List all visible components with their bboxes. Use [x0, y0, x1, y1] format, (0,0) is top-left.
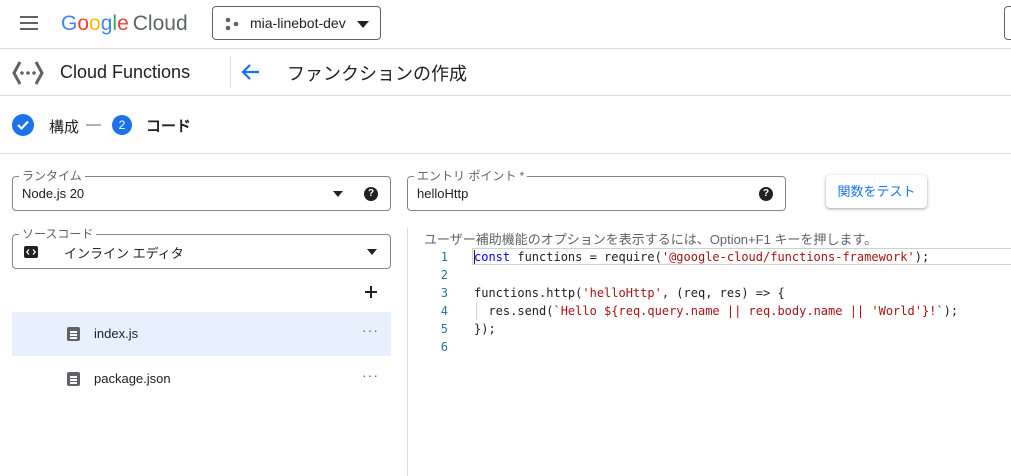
check-icon — [17, 120, 29, 131]
source-code-select[interactable]: ソースコード インライン エディタ — [12, 226, 391, 269]
help-icon[interactable]: ? — [759, 187, 773, 201]
code-line[interactable]: functions.http('helloHttp', (req, res) =… — [474, 284, 785, 302]
step1-complete-check[interactable] — [12, 114, 34, 136]
file-item-package-json[interactable]: package.json ··· — [12, 357, 391, 401]
step2-number: 2 — [112, 115, 132, 135]
product-title[interactable]: Cloud Functions — [60, 62, 190, 83]
entry-point-label: エントリ ポイント * — [414, 168, 528, 184]
code-icon — [24, 246, 38, 258]
code-line[interactable]: const functions = require('@google-cloud… — [474, 248, 929, 266]
test-function-button[interactable]: 関数をテスト — [826, 175, 927, 208]
google-cloud-logo[interactable]: Google Cloud — [61, 11, 188, 37]
file-name: index.js — [94, 326, 139, 341]
add-icon[interactable] — [363, 284, 379, 300]
line-number: 6 — [440, 340, 448, 354]
dropdown-icon — [357, 21, 369, 28]
page-title: ファンクションの作成 — [287, 64, 467, 84]
project-icon — [225, 17, 239, 31]
back-arrow-icon[interactable] — [241, 62, 261, 82]
cloud-functions-icon — [12, 61, 44, 85]
dropdown-icon — [333, 191, 343, 197]
dropdown-icon — [367, 249, 377, 255]
entry-point-field[interactable]: エントリ ポイント * helloHttp ? — [407, 168, 786, 211]
code-line[interactable]: res.send(`Hello ${req.query.name || req.… — [474, 302, 958, 320]
project-selector[interactable]: mia-linebot-dev — [212, 6, 381, 40]
entry-point-value[interactable]: helloHttp — [417, 186, 468, 201]
line-number: 2 — [440, 268, 448, 282]
file-icon — [67, 327, 80, 341]
runtime-value: Node.js 20 — [22, 186, 85, 201]
code-line[interactable]: }); — [474, 320, 496, 338]
stepper-divider — [0, 153, 1011, 154]
search-box-edge[interactable] — [1004, 6, 1011, 40]
line-number: 5 — [440, 322, 448, 336]
project-name: mia-linebot-dev — [250, 15, 346, 31]
line-number: 3 — [440, 286, 448, 300]
editor-divider — [407, 228, 408, 476]
file-name: package.json — [94, 371, 171, 386]
runtime-select[interactable]: ランタイム Node.js 20 ? — [12, 168, 391, 211]
file-icon — [67, 372, 80, 386]
more-icon[interactable]: ··· — [362, 367, 379, 383]
source-code-label: ソースコード — [19, 226, 97, 242]
step2-label: コード — [146, 118, 192, 135]
source-code-value: インライン エディタ — [64, 246, 184, 261]
more-icon[interactable]: ··· — [362, 322, 379, 338]
runtime-label: ランタイム — [19, 168, 85, 184]
accessibility-hint: ユーザー補助機能のオプションを表示するには、Option+F1 キーを押します。 — [424, 232, 878, 247]
step-separator: — — [86, 116, 101, 133]
line-number: 4 — [440, 304, 448, 318]
step1-label[interactable]: 構成 — [49, 116, 79, 137]
logo-google-text: Google — [61, 12, 129, 35]
help-icon[interactable]: ? — [364, 187, 378, 201]
file-item-index-js[interactable]: index.js ··· — [12, 312, 391, 356]
line-number: 1 — [440, 250, 448, 264]
menu-icon[interactable] — [20, 16, 40, 32]
logo-cloud-text: Cloud — [132, 12, 188, 35]
header-divider — [230, 56, 231, 88]
